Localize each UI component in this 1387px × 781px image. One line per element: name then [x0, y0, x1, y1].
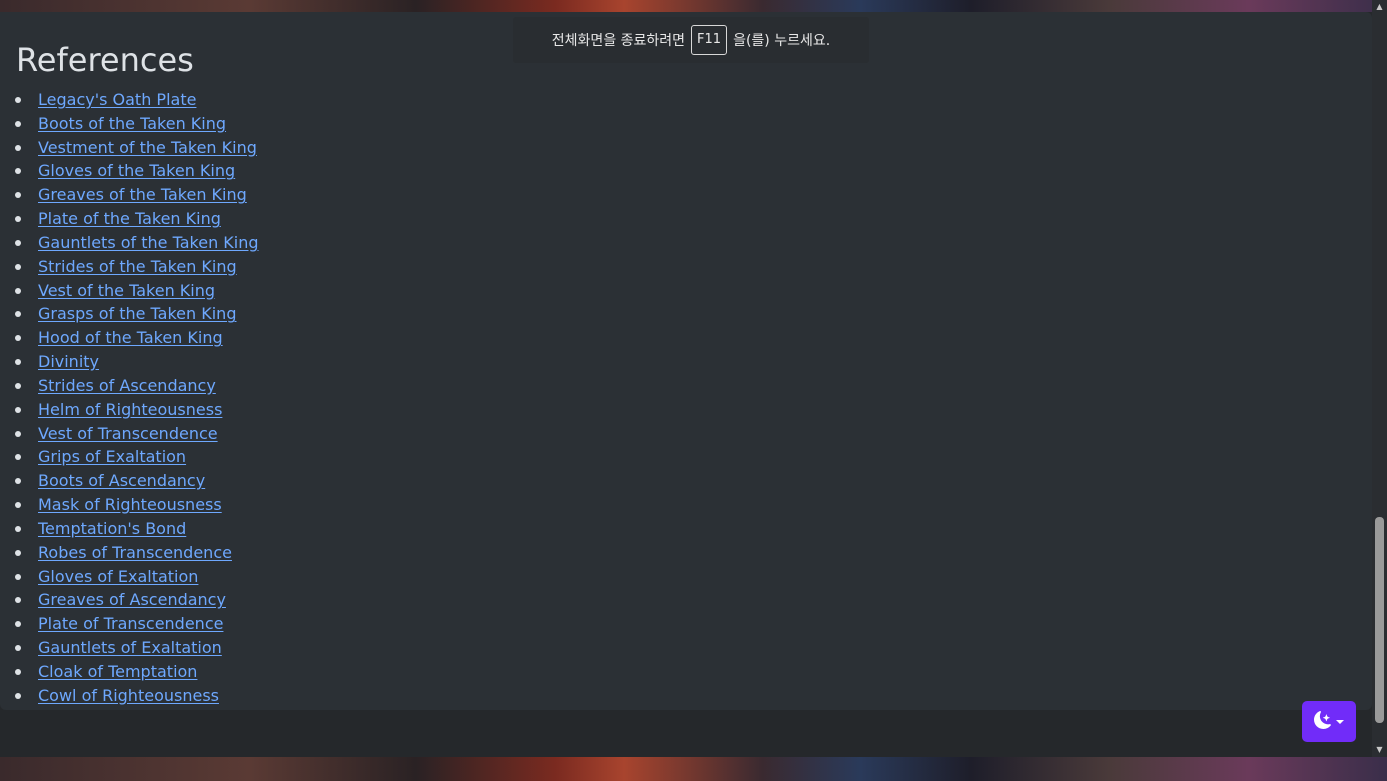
bullet-icon: [15, 621, 21, 628]
list-item: Boots of the Taken King: [15, 112, 259, 136]
list-item: Divinity: [15, 350, 259, 374]
bullet-icon: [15, 263, 21, 270]
bullet-icon: [15, 97, 21, 103]
list-item: Gloves of the Taken King: [15, 159, 259, 183]
reference-link[interactable]: Plate of Transcendence: [38, 614, 223, 633]
bullet-icon: [15, 525, 21, 532]
reference-link[interactable]: Boots of Ascendancy: [38, 471, 205, 490]
reference-link[interactable]: Strides of the Taken King: [38, 257, 237, 276]
list-item: Robes of Transcendence: [15, 541, 259, 565]
reference-link[interactable]: Plate of the Taken King: [38, 209, 221, 228]
bullet-icon: [15, 549, 21, 556]
bullet-icon: [15, 120, 21, 127]
bullet-icon: [15, 597, 21, 604]
references-heading: References: [16, 41, 194, 79]
reference-link[interactable]: Divinity: [38, 352, 99, 371]
scroll-down-arrow-icon[interactable]: ▼: [1372, 743, 1387, 757]
list-item: Temptation's Bond: [15, 517, 259, 541]
bullet-icon: [15, 359, 21, 366]
list-item: Mask of Righteousness: [15, 493, 259, 517]
references-card: References Legacy's Oath Plate Boots of t…: [0, 12, 1372, 710]
vertical-scrollbar[interactable]: ▲ ▼: [1372, 0, 1387, 757]
reference-link[interactable]: Greaves of Ascendancy: [38, 590, 226, 609]
list-item: Gauntlets of Exaltation: [15, 636, 259, 660]
bullet-icon: [15, 478, 21, 485]
list-item: Plate of the Taken King: [15, 207, 259, 231]
list-item: Gloves of Exaltation: [15, 565, 259, 589]
reference-link[interactable]: Gauntlets of the Taken King: [38, 233, 259, 252]
fullscreen-notice-text-before: 전체화면을 종료하려면: [551, 33, 686, 49]
list-item: Greaves of the Taken King: [15, 183, 259, 207]
reference-link[interactable]: Legacy's Oath Plate: [38, 90, 196, 109]
bullet-icon: [15, 454, 21, 461]
bullet-icon: [15, 645, 21, 652]
bullet-icon: [15, 168, 21, 175]
fullscreen-notice-text-after: 을(를) 누르세요.: [733, 33, 831, 49]
bullet-icon: [15, 406, 21, 413]
reference-link[interactable]: Vest of the Taken King: [38, 281, 215, 300]
list-item: Vest of Transcendence: [15, 422, 259, 446]
moon-stars-icon: [1314, 710, 1332, 733]
bullet-icon: [15, 311, 21, 318]
reference-link[interactable]: Vest of Transcendence: [38, 424, 218, 443]
list-item: Plate of Transcendence: [15, 612, 259, 636]
reference-link[interactable]: Grasps of the Taken King: [38, 304, 236, 323]
bullet-icon: [15, 692, 21, 699]
reference-link[interactable]: Temptation's Bond: [38, 519, 186, 538]
reference-link[interactable]: Strides of Ascendancy: [38, 376, 216, 395]
list-item: Hood of the Taken King: [15, 326, 259, 350]
list-item: Helm of Righteousness: [15, 398, 259, 422]
reference-link[interactable]: Cowl of Righteousness: [38, 686, 219, 705]
bullet-icon: [15, 287, 21, 294]
list-item: Gauntlets of the Taken King: [15, 231, 259, 255]
list-item: Strides of Ascendancy: [15, 374, 259, 398]
caret-down-icon: [1336, 719, 1344, 724]
bullet-icon: [15, 430, 21, 437]
background-image-bottom: [0, 757, 1387, 781]
fullscreen-notice: 전체화면을 종료하려면 F11 을(를) 누르세요.: [513, 17, 869, 63]
reference-link[interactable]: Vestment of the Taken King: [38, 138, 257, 157]
bullet-icon: [15, 335, 21, 342]
reference-link[interactable]: Helm of Righteousness: [38, 400, 222, 419]
bullet-icon: [15, 382, 21, 389]
reference-link[interactable]: Gloves of the Taken King: [38, 161, 235, 180]
list-item: Vestment of the Taken King: [15, 136, 259, 160]
bullet-icon: [15, 573, 21, 580]
list-item: Legacy's Oath Plate: [15, 88, 259, 112]
reference-link[interactable]: Mask of Righteousness: [38, 495, 222, 514]
background-image-top: [0, 0, 1387, 12]
bullet-icon: [15, 239, 21, 246]
scroll-up-arrow-icon[interactable]: ▲: [1372, 0, 1387, 14]
list-item: Vest of the Taken King: [15, 279, 259, 303]
bullet-icon: [15, 216, 21, 223]
reference-link[interactable]: Gauntlets of Exaltation: [38, 638, 222, 657]
theme-toggle-button[interactable]: [1302, 701, 1356, 742]
list-item: Strides of the Taken King: [15, 255, 259, 279]
references-list: Legacy's Oath Plate Boots of the Taken Ki…: [0, 88, 259, 708]
list-item: Grasps of the Taken King: [15, 302, 259, 326]
reference-link[interactable]: Cloak of Temptation: [38, 662, 197, 681]
bullet-icon: [15, 668, 21, 675]
list-item: Greaves of Ascendancy: [15, 588, 259, 612]
f11-key: F11: [691, 25, 728, 55]
list-item: Cowl of Righteousness: [15, 684, 259, 708]
list-item: Grips of Exaltation: [15, 445, 259, 469]
reference-link[interactable]: Greaves of the Taken King: [38, 185, 247, 204]
reference-link[interactable]: Gloves of Exaltation: [38, 567, 198, 586]
bullet-icon: [15, 192, 21, 199]
reference-link[interactable]: Hood of the Taken King: [38, 328, 223, 347]
list-item: Cloak of Temptation: [15, 660, 259, 684]
scroll-thumb[interactable]: [1375, 517, 1384, 723]
list-item: Boots of Ascendancy: [15, 469, 259, 493]
reference-link[interactable]: Grips of Exaltation: [38, 447, 186, 466]
reference-link[interactable]: Robes of Transcendence: [38, 543, 232, 562]
bullet-icon: [15, 144, 21, 151]
bullet-icon: [15, 502, 21, 509]
reference-link[interactable]: Boots of the Taken King: [38, 114, 226, 133]
